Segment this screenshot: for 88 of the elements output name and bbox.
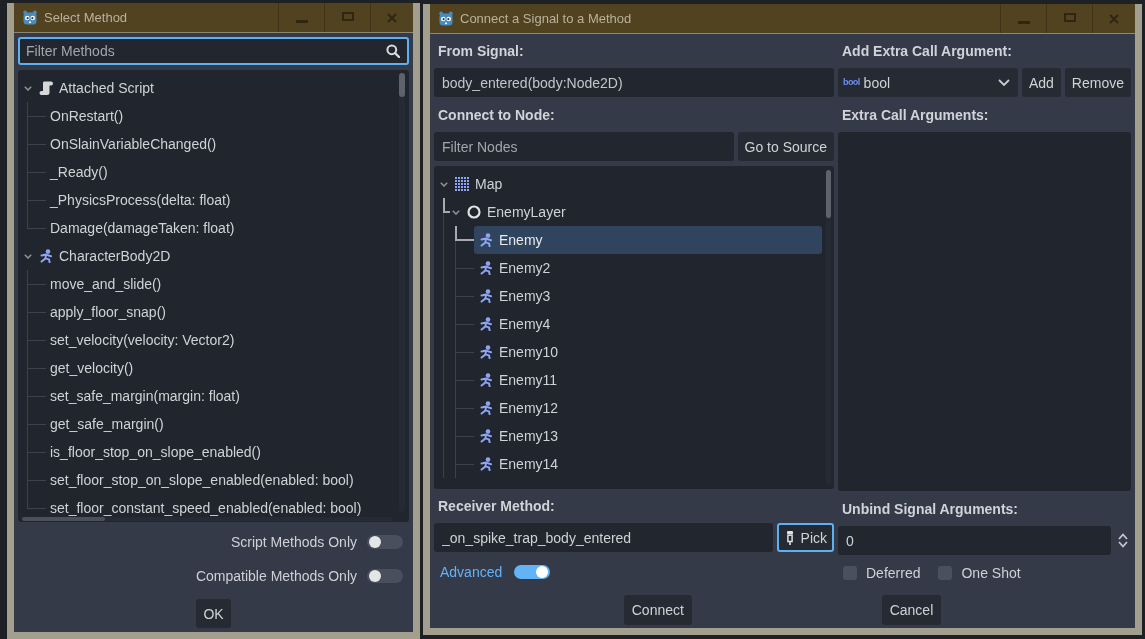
- ok-button[interactable]: OK: [196, 599, 231, 628]
- minimize-icon: [295, 19, 308, 23]
- running-figure-icon: [479, 429, 493, 443]
- section-label: Connect to Node:: [437, 106, 556, 125]
- chevron-down-icon[interactable]: [24, 85, 32, 91]
- dropper-icon: [785, 530, 794, 545]
- pick-button[interactable]: Pick: [776, 523, 834, 552]
- section-label: From Signal:: [437, 42, 525, 61]
- chevron-down-icon[interactable]: [452, 209, 460, 215]
- tree-item[interactable]: Enemy11: [474, 366, 564, 394]
- method-item[interactable]: set_velocity(velocity: Vector2): [46, 326, 241, 354]
- go-to-source-button[interactable]: Go to Source: [737, 132, 834, 161]
- checkbox-label: One Shot: [961, 565, 1021, 581]
- method-item[interactable]: get_velocity(): [46, 354, 140, 382]
- add-button[interactable]: Add: [1021, 68, 1061, 97]
- running-figure-icon: [479, 289, 493, 303]
- section-label: Unbind Signal Arguments:: [841, 500, 1020, 519]
- toggle-label: Script Methods Only: [230, 534, 357, 550]
- signal-field[interactable]: body_entered(body:Node2D): [434, 68, 834, 97]
- toggle-label: Advanced: [440, 564, 503, 580]
- method-item[interactable]: _PhysicsProcess(delta: float): [46, 186, 237, 214]
- method-item[interactable]: set_safe_margin(margin: float): [46, 382, 246, 410]
- remove-button[interactable]: Remove: [1064, 68, 1131, 97]
- method-item[interactable]: set_floor_stop_on_slope_enabled(enabled: bool): [46, 466, 360, 494]
- running-figure-icon: [479, 457, 493, 471]
- tree-item[interactable]: Enemy13: [474, 422, 565, 450]
- running-figure-icon: [479, 373, 493, 387]
- toggle-switch[interactable]: [367, 569, 403, 583]
- search-field[interactable]: Filter Methods: [18, 37, 409, 65]
- tree-item[interactable]: Enemy3: [474, 282, 557, 310]
- filter-field[interactable]: Filter Nodes: [434, 132, 734, 161]
- tree-item[interactable]: Enemy10: [474, 338, 565, 366]
- tree-item[interactable]: Attached Script: [34, 74, 160, 102]
- grid-icon: [455, 177, 469, 191]
- tree-item[interactable]: Enemy: [474, 226, 822, 254]
- connect-button[interactable]: Connect: [623, 595, 692, 625]
- minimize-icon: [1017, 20, 1030, 24]
- section-label: Extra Call Arguments:: [841, 106, 990, 125]
- toggle-switch[interactable]: [514, 565, 551, 579]
- scrollbar-thumb[interactable]: [826, 170, 831, 218]
- maximize-icon: [1063, 12, 1076, 22]
- window-title: Connect a Signal to a Method: [460, 11, 632, 26]
- method-item[interactable]: Damage(damageTaken: float): [46, 214, 241, 242]
- search-icon: [386, 44, 400, 58]
- running-figure-icon: [479, 233, 493, 247]
- running-figure-icon: [479, 345, 493, 359]
- type-icon: bool: [843, 78, 860, 87]
- tree-item[interactable]: CharacterBody2D: [34, 242, 177, 270]
- method-item[interactable]: move_and_slide(): [46, 270, 168, 298]
- robot-head-icon: [22, 10, 38, 25]
- method-item[interactable]: set_floor_constant_speed_enabled(enabled: bool): [46, 494, 368, 522]
- tree-item[interactable]: Map: [450, 170, 509, 198]
- method-item[interactable]: apply_floor_snap(): [46, 298, 172, 326]
- tree-item[interactable]: Enemy2: [474, 254, 557, 282]
- robot-head-icon: [438, 11, 454, 26]
- maximize-icon: [341, 11, 354, 21]
- scroll-icon: [39, 81, 53, 95]
- method-item[interactable]: _Ready(): [46, 158, 114, 186]
- type-dropdown[interactable]: bool bool: [838, 68, 1018, 97]
- method-item[interactable]: get_safe_margin(): [46, 410, 170, 438]
- cancel-button[interactable]: Cancel: [881, 595, 942, 625]
- circle-icon: [467, 205, 481, 219]
- running-figure-icon: [479, 261, 493, 275]
- close-icon: [1109, 13, 1119, 24]
- running-figure-icon: [479, 401, 493, 415]
- checkbox-label: Deferred: [866, 565, 921, 581]
- section-label: Add Extra Call Argument:: [841, 42, 1013, 61]
- toggle-switch[interactable]: [367, 535, 403, 549]
- tree-item[interactable]: Enemy4: [474, 310, 557, 338]
- window-title: Select Method: [44, 10, 128, 25]
- method-item[interactable]: is_floor_stop_on_slope_enabled(): [46, 438, 267, 466]
- toggle-label: Compatible Methods Only: [195, 568, 357, 584]
- chevron-down-icon[interactable]: [440, 181, 448, 187]
- close-icon: [387, 12, 397, 23]
- spin-arrows-icon[interactable]: [1118, 533, 1128, 548]
- tree-item[interactable]: Enemy14: [474, 450, 565, 478]
- running-figure-icon: [39, 249, 53, 263]
- running-figure-icon: [479, 317, 493, 331]
- chevron-down-icon: [997, 79, 1010, 86]
- method-item[interactable]: OnSlainVariableChanged(): [46, 130, 223, 158]
- tree-item[interactable]: Enemy12: [474, 394, 565, 422]
- number-field[interactable]: 0: [838, 526, 1111, 555]
- scrollbar-thumb[interactable]: [399, 73, 405, 97]
- method-item[interactable]: OnRestart(): [46, 102, 130, 130]
- chevron-down-icon[interactable]: [24, 253, 32, 259]
- tree-item[interactable]: EnemyLayer: [462, 198, 572, 226]
- section-label: Receiver Method:: [437, 497, 556, 516]
- method-name-field[interactable]: _on_spike_trap_body_entered: [434, 523, 773, 552]
